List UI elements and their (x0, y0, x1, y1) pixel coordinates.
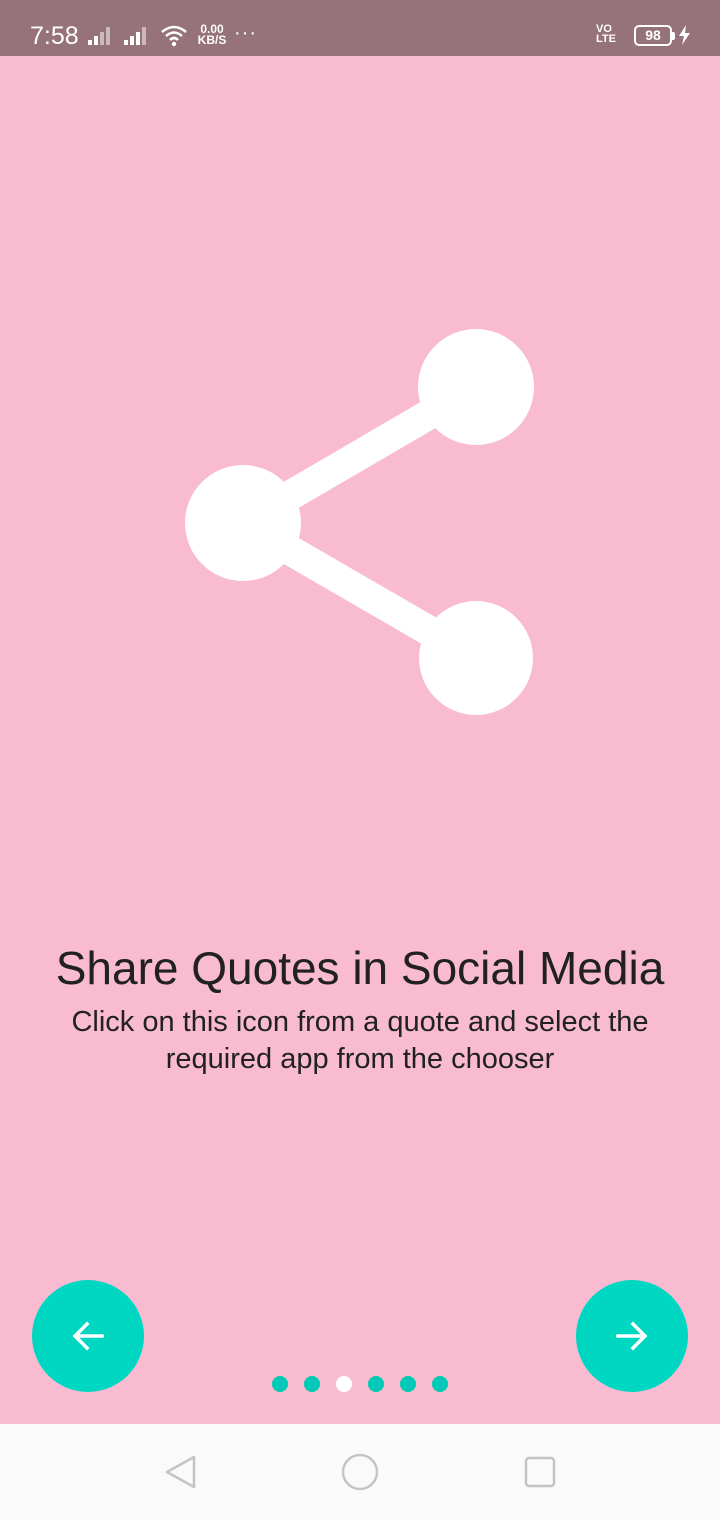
back-button[interactable] (32, 1280, 144, 1392)
share-icon (185, 329, 534, 715)
charging-bolt-icon (679, 25, 690, 45)
next-button[interactable] (576, 1280, 688, 1392)
page-indicator (272, 1376, 448, 1392)
wifi-icon (161, 25, 187, 47)
battery-indicator: 98 (634, 25, 675, 46)
page-dot (400, 1376, 416, 1392)
page-dot (272, 1376, 288, 1392)
page-dot-active (336, 1376, 352, 1392)
status-bar: 7:58 0.00 KB/S ··· VO LTE 98 (0, 0, 720, 56)
recents-square-icon[interactable] (520, 1452, 560, 1492)
network-speed-unit: KB/S (197, 33, 227, 47)
status-time: 7:58 (30, 22, 79, 50)
volte-bottom: LTE (596, 33, 616, 45)
page-dot (304, 1376, 320, 1392)
more-notifications: ··· (234, 22, 257, 44)
volte-indicator: VO LTE (596, 24, 616, 45)
network-speed: 0.00 KB/S (196, 23, 228, 47)
page-dot (432, 1376, 448, 1392)
onboarding-page: Share Quotes in Social Media Click on th… (0, 56, 720, 1424)
onboarding-title: Share Quotes in Social Media (55, 942, 665, 994)
navigation-bar (0, 1424, 720, 1520)
signal-icon (88, 25, 187, 47)
arrow-right-icon (616, 1321, 648, 1351)
home-circle-icon[interactable] (340, 1452, 380, 1492)
arrow-left-icon (72, 1321, 104, 1351)
onboarding-description: Click on this icon from a quote and sele… (71, 1006, 649, 1075)
back-triangle-icon[interactable] (160, 1452, 200, 1492)
page-dot (368, 1376, 384, 1392)
